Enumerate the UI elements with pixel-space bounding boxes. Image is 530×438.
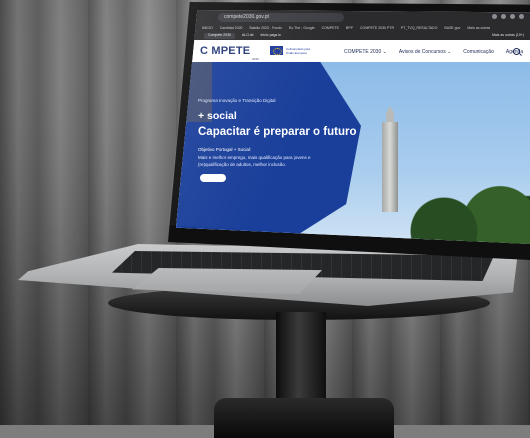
address-bar[interactable]: compete2030.gov.pt <box>218 13 344 22</box>
hero-button[interactable] <box>200 174 226 182</box>
site-header: C MPETE 2030 Cofinanciado pela União Eur… <box>176 40 530 63</box>
bookmark-item[interactable]: BASE.gov <box>444 26 460 32</box>
laptop-trackpad <box>132 268 322 294</box>
tab-compete[interactable]: Compete 2030 <box>204 33 235 39</box>
other-bookmarks[interactable]: Mais as outras (10+) <box>492 33 524 37</box>
bookmark-item[interactable]: INÍCIO <box>202 26 213 32</box>
laptop-stand-foot <box>214 398 394 438</box>
bookmark-item[interactable]: PT_TVQ_RESULTADO <box>401 26 437 32</box>
hero-social: + social <box>198 110 237 122</box>
hero-description: Mais e melhor emprego, mais qualificação… <box>198 155 311 160</box>
eu-stars-icon <box>273 48 282 55</box>
bookmark-item[interactable]: Mais as outras <box>467 26 490 32</box>
laptop-screen: compete2030.gov.pt INÍCIO Candidat 2020 … <box>176 10 530 244</box>
menu-icon[interactable] <box>519 14 524 19</box>
profile-icon[interactable] <box>510 14 515 19</box>
eu-flag-icon <box>270 46 283 55</box>
tab-alo[interactable]: ALO.ist <box>242 33 253 39</box>
nav-avisos[interactable]: Avisos de Concursos ⌄ <box>399 49 451 55</box>
extension-icon[interactable] <box>492 14 497 19</box>
compete-logo[interactable]: C MPETE <box>200 45 250 57</box>
hero-objective: Objetivo Portugal + Social: <box>198 147 252 152</box>
bookmark-item[interactable]: Balcão 2020 - Fundo <box>249 26 282 32</box>
browser-chrome: compete2030.gov.pt INÍCIO Candidat 2020 … <box>176 10 530 40</box>
hero-description: (re)qualificação de adultos, melhor incl… <box>198 162 287 167</box>
logo-subtitle: 2030 <box>252 57 259 61</box>
bookmark-item[interactable]: COMPETE <box>322 26 339 32</box>
nav-compete-2030[interactable]: COMPETE 2030 ⌄ <box>344 49 387 55</box>
search-icon[interactable] <box>513 48 520 55</box>
hero-title: Capacitar é preparar o futuro <box>198 126 357 138</box>
bookmark-item[interactable]: Candidat 2020 <box>220 26 243 32</box>
main-nav: COMPETE 2030 ⌄ Avisos de Concursos ⌄ Com… <box>344 49 523 55</box>
hero-program: Programa Inovação e Transição Digital <box>198 98 276 103</box>
logo-text: C MPETE <box>200 45 251 57</box>
clock-tower-image <box>382 122 398 212</box>
bookmarks-bar: INÍCIO Candidat 2020 Balcão 2020 - Fundo… <box>202 26 526 32</box>
extension-icon[interactable] <box>501 14 506 19</box>
bookmark-item[interactable]: BPP <box>346 26 353 32</box>
nav-comunicacao[interactable]: Comunicação <box>463 49 494 55</box>
eu-funding-text: Cofinanciado pela União Europeia <box>286 47 311 55</box>
browser-toolbar-icons <box>492 14 524 19</box>
tab-inicio[interactable]: Inicio pags.io <box>260 33 280 39</box>
trees-image <box>402 182 530 244</box>
tab-row: Compete 2030 ALO.ist Inicio pags.io <box>204 33 281 39</box>
hero-banner: Programa Inovação e Transição Digital + … <box>176 62 530 244</box>
bookmark-item[interactable]: COMPETE 2030 PTR <box>360 26 394 32</box>
bookmark-item[interactable]: Eu The - Google <box>289 26 315 32</box>
